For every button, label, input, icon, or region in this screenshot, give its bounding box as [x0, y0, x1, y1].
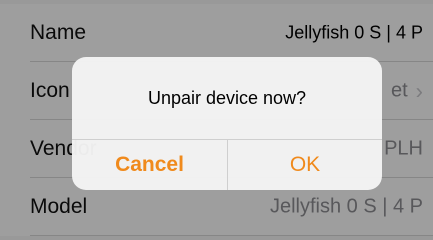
alert-message: Unpair device now?	[147, 88, 307, 108]
ok-button[interactable]: OK	[228, 140, 382, 190]
unpair-alert-dialog: Unpair device now? Cancel OK	[72, 57, 382, 190]
cancel-button[interactable]: Cancel	[72, 140, 227, 190]
